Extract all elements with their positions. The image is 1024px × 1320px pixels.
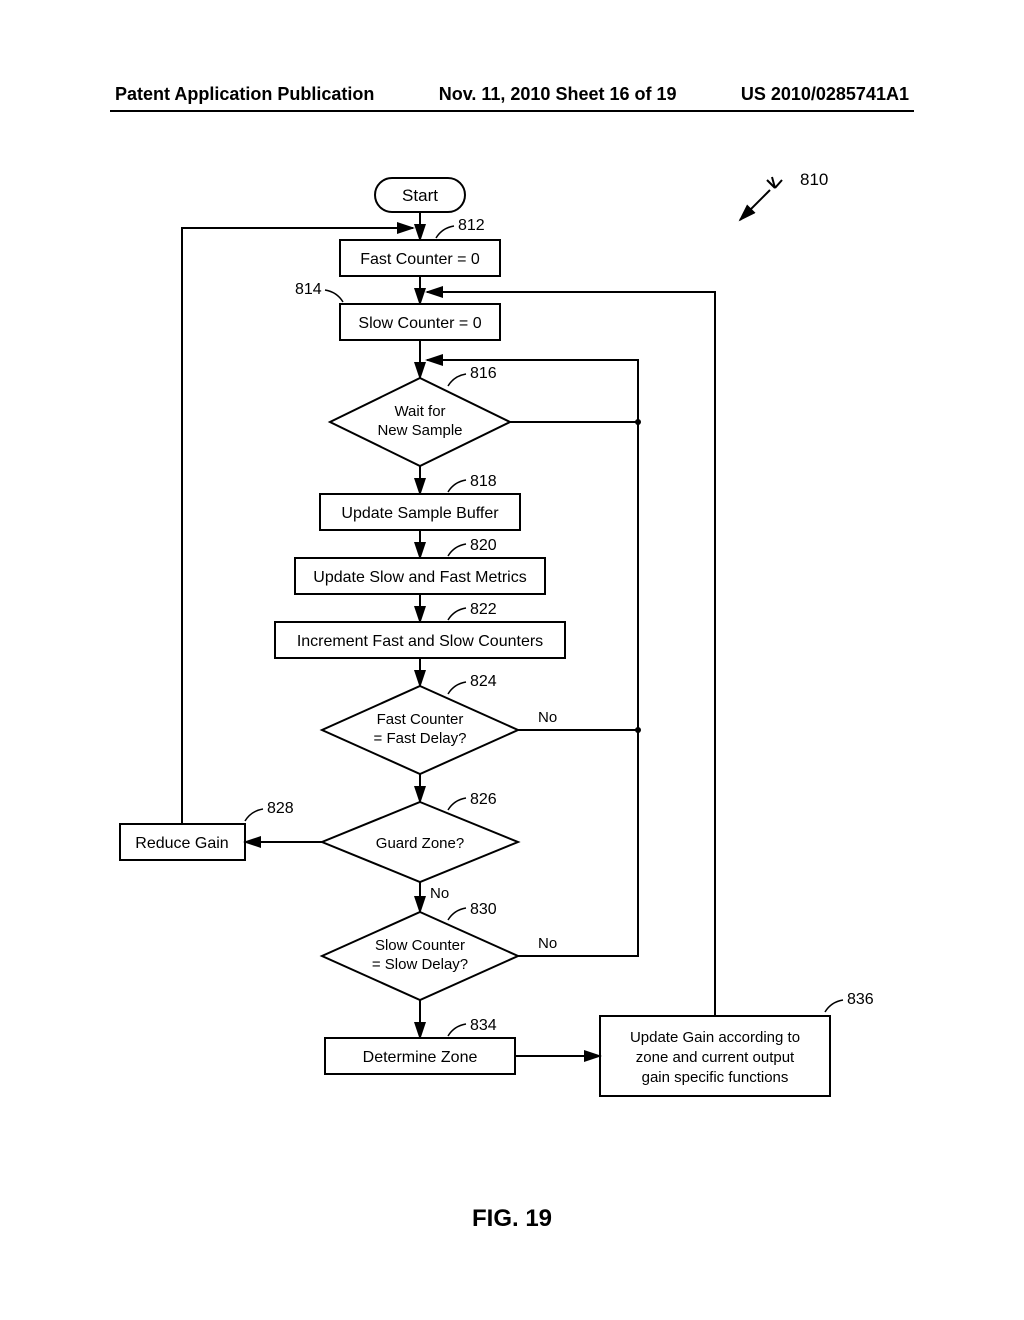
node-816: Wait for New Sample 816: [330, 365, 510, 466]
start-text: Start: [402, 186, 438, 205]
text-830a: Slow Counter: [375, 937, 465, 954]
node-828: Reduce Gain 828: [120, 800, 294, 860]
text-816b: New Sample: [377, 422, 462, 439]
refnum-814: 814: [295, 281, 322, 298]
text-812: Fast Counter = 0: [360, 251, 480, 268]
flowchart: 810 Start Fast Counter = 0 812 Slow Coun…: [110, 160, 910, 1180]
refnum-824: 824: [470, 673, 497, 690]
node-824: Fast Counter = Fast Delay? 824: [322, 673, 518, 774]
node-830: Slow Counter = Slow Delay? 830: [322, 901, 518, 1000]
text-818: Update Sample Buffer: [341, 505, 499, 522]
node-836: Update Gain according to zone and curren…: [600, 991, 874, 1096]
node-814: Slow Counter = 0 814: [295, 281, 500, 340]
label-no-824: No: [538, 709, 557, 726]
text-836c: gain specific functions: [642, 1069, 789, 1086]
node-826: Guard Zone? 826: [322, 791, 518, 882]
refnum-820: 820: [470, 537, 497, 554]
text-814: Slow Counter = 0: [358, 315, 481, 332]
text-820: Update Slow and Fast Metrics: [313, 569, 526, 586]
header-rule: [110, 110, 914, 112]
text-834: Determine Zone: [363, 1049, 478, 1066]
label-no-830: No: [538, 935, 557, 952]
text-822: Increment Fast and Slow Counters: [297, 633, 543, 650]
refnum-816: 816: [470, 365, 497, 382]
text-816a: Wait for: [394, 403, 445, 420]
page: Patent Application Publication Nov. 11, …: [0, 0, 1024, 1320]
refnum-834: 834: [470, 1017, 497, 1034]
junction-2: [635, 727, 641, 733]
label-no-826: No: [430, 885, 449, 902]
text-836a: Update Gain according to: [630, 1029, 800, 1046]
refnum-828: 828: [267, 800, 294, 817]
ref-810: 810: [740, 170, 828, 220]
text-828: Reduce Gain: [135, 835, 228, 852]
header-left: Patent Application Publication: [115, 84, 374, 105]
header-center: Nov. 11, 2010 Sheet 16 of 19: [439, 84, 677, 105]
refnum-810: 810: [800, 170, 828, 189]
text-826: Guard Zone?: [376, 835, 464, 852]
refnum-836: 836: [847, 991, 874, 1008]
text-824b: = Fast Delay?: [374, 730, 467, 747]
start-node: Start: [375, 178, 465, 212]
header-right: US 2010/0285741A1: [741, 84, 909, 105]
edge-830-no-loop: [518, 730, 638, 956]
refnum-830: 830: [470, 901, 497, 918]
text-830b: = Slow Delay?: [372, 956, 468, 973]
page-header: Patent Application Publication Nov. 11, …: [115, 84, 909, 105]
figure-caption: FIG. 19: [0, 1205, 1024, 1233]
text-836b: zone and current output: [636, 1049, 795, 1066]
refnum-818: 818: [470, 473, 497, 490]
refnum-812: 812: [458, 217, 485, 234]
refnum-826: 826: [470, 791, 497, 808]
text-824a: Fast Counter: [377, 711, 464, 728]
refnum-822: 822: [470, 601, 497, 618]
